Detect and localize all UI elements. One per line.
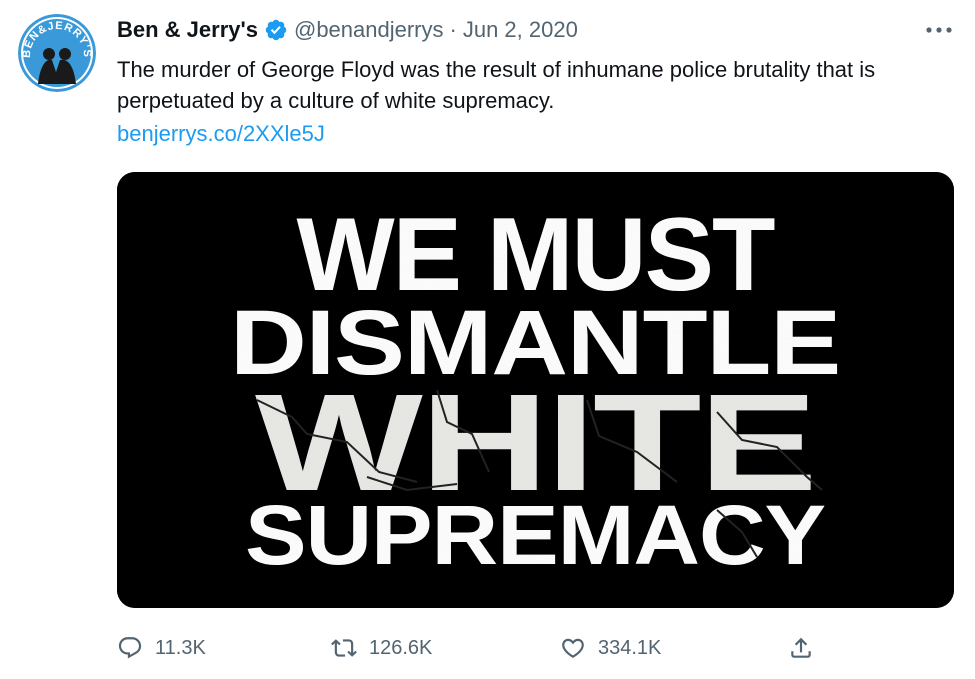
tweet-link[interactable]: benjerrys.co/2XXle5J (117, 119, 325, 149)
tweet-text: The murder of George Floyd was the resul… (117, 57, 876, 113)
tweet-media-image[interactable]: WE MUST DISMANTLE WHITE SUPREMACY (117, 172, 954, 608)
avatar[interactable]: BEN&JERRY'S (18, 14, 96, 92)
tweet-date[interactable]: Jun 2, 2020 (463, 16, 578, 44)
separator-dot: · (449, 17, 457, 42)
more-horizontal-icon (926, 27, 952, 33)
verified-badge-icon (264, 18, 288, 42)
retweet-count: 126.6K (369, 636, 433, 659)
reply-button[interactable]: 11.3K (117, 628, 206, 668)
we-must-dismantle-white-supremacy-graphic: WE MUST DISMANTLE WHITE SUPREMACY (117, 172, 954, 608)
share-button[interactable] (788, 628, 814, 668)
reply-count: 11.3K (155, 636, 206, 659)
tweet-header: Ben & Jerry's @benandjerrys · Jun 2, 202… (117, 16, 578, 44)
retweet-button[interactable]: 126.6K (331, 628, 432, 668)
retweet-icon (331, 639, 357, 657)
ben-and-jerrys-logo: BEN&JERRY'S (18, 14, 96, 92)
media-line-4: SUPREMACY (245, 488, 825, 582)
more-button[interactable] (921, 18, 957, 42)
share-icon (791, 637, 811, 658)
author-display-name[interactable]: Ben & Jerry's (117, 16, 258, 44)
author-handle[interactable]: @benandjerrys (294, 16, 444, 44)
like-button[interactable]: 334.1K (560, 628, 661, 668)
tweet-actions: 11.3K 126.6K 334.1K (117, 628, 837, 668)
heart-icon (562, 638, 584, 658)
reply-icon (118, 637, 142, 659)
like-count: 334.1K (598, 636, 662, 659)
